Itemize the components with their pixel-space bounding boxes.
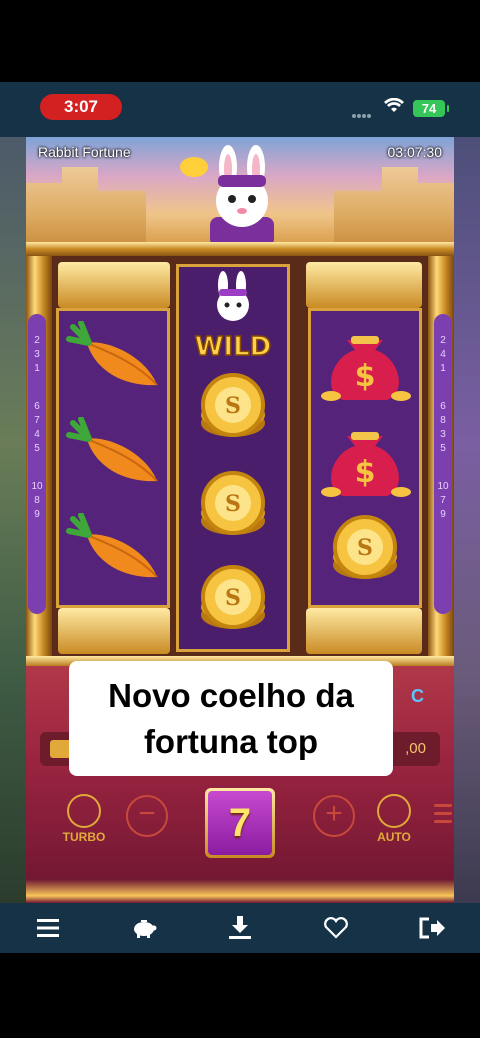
carrot-symbol: [59, 313, 167, 409]
svg-text:S: S: [357, 535, 373, 561]
background-right: [450, 137, 480, 903]
reel-cap: [58, 608, 170, 654]
game-frame: Rabbit Fortune 03:07:30 2 3 1 6 7 4 5 10…: [26, 137, 454, 903]
game-menu-button[interactable]: [434, 804, 452, 828]
payline-number: 9: [440, 509, 446, 520]
increase-bet-button[interactable]: +: [313, 795, 355, 837]
clock-pill: 3:07: [40, 94, 122, 120]
svg-text:S: S: [225, 585, 241, 611]
wifi-icon: [384, 98, 404, 112]
payline-number: 9: [34, 509, 40, 520]
heart-icon[interactable]: [322, 914, 350, 942]
payline-number: 3: [34, 349, 40, 360]
game-banner: Rabbit Fortune 03:07:30: [26, 137, 454, 247]
payline-number: 7: [440, 495, 446, 506]
payline-number: 7: [34, 415, 40, 426]
money-bag-symbol: $: [311, 409, 419, 505]
payline-number: 1: [34, 363, 40, 374]
palace-left: [26, 167, 146, 247]
game-view[interactable]: Rabbit Fortune 03:07:30 2 3 1 6 7 4 5 10…: [0, 137, 480, 903]
payline-number: 1: [440, 363, 446, 374]
carrot-symbol: [59, 505, 167, 601]
turbo-icon: [67, 794, 101, 828]
decrease-bet-button[interactable]: −: [126, 795, 168, 837]
game-clock: 03:07:30: [387, 144, 443, 160]
payline-number: 6: [440, 401, 446, 412]
logout-icon[interactable]: [418, 914, 446, 942]
turbo-button[interactable]: TURBO: [54, 794, 114, 844]
payline-number: 3: [440, 429, 446, 440]
gold-coin-symbol: S: [179, 555, 287, 651]
menu-icon[interactable]: [34, 914, 62, 942]
gold-glow-bottom: [26, 879, 454, 903]
gold-coin-symbol: S: [311, 505, 419, 601]
payline-numbers-left: 2 3 1 6 7 4 5 10 8 9: [28, 314, 46, 614]
payline-number: 10: [31, 481, 43, 492]
reel-area: 2 3 1 6 7 4 5 10 8 9 2 4 1 6 8 3 5 10 7 …: [26, 256, 454, 656]
payline-number: 5: [440, 443, 446, 454]
payline-number: 4: [440, 349, 446, 360]
gold-coin-symbol: S: [179, 461, 287, 557]
gold-coin-symbol: S: [179, 363, 287, 459]
piggy-bank-icon[interactable]: [130, 914, 158, 942]
payline-number: 2: [34, 335, 40, 346]
play-icon: [377, 794, 411, 828]
svg-text:$: $: [355, 359, 376, 394]
reel-cap: [306, 262, 422, 308]
svg-text:$: $: [355, 455, 376, 490]
payline-number: 10: [437, 481, 449, 492]
payline-number: 5: [34, 443, 40, 454]
payline-number: 8: [440, 415, 446, 426]
gold-trim-top: [26, 242, 454, 256]
svg-text:S: S: [225, 393, 241, 419]
wild-symbol: WILD: [179, 267, 287, 363]
payline-number: 6: [34, 401, 40, 412]
money-bag-symbol: $: [311, 313, 419, 409]
fortune-rabbit-mascot: [180, 145, 274, 247]
svg-text:S: S: [225, 491, 241, 517]
reel-cap: [306, 608, 422, 654]
palace-right: [334, 167, 454, 247]
turbo-label: TURBO: [62, 830, 106, 844]
wild-label: WILD: [195, 332, 272, 361]
payline-number: 4: [34, 429, 40, 440]
bottom-nav: [0, 903, 480, 953]
video-caption: Novo coelho da fortuna top: [69, 661, 393, 776]
game-title: Rabbit Fortune: [38, 144, 131, 160]
payline-number: 8: [34, 495, 40, 506]
signal-dots-icon: [352, 105, 374, 118]
payline-numbers-right: 2 4 1 6 8 3 5 10 7 9: [434, 314, 452, 614]
battery-indicator: 74: [413, 100, 449, 117]
reel-2: WILD S S S: [176, 264, 290, 652]
carrot-symbol: [59, 409, 167, 505]
status-bar: 3:07 74: [0, 82, 480, 137]
balance-value: ,00: [405, 740, 426, 757]
payline-number: 2: [440, 335, 446, 346]
auto-label: AUTO: [377, 830, 411, 844]
spin-symbol: 7: [208, 791, 272, 855]
spin-button[interactable]: 7: [205, 788, 275, 858]
reel-cap: [58, 262, 170, 308]
download-icon[interactable]: [226, 914, 254, 942]
reel-3: $ $ S: [308, 308, 422, 608]
auto-button[interactable]: AUTO: [364, 794, 424, 844]
c-fragment: C: [411, 686, 424, 706]
reel-1: [56, 308, 170, 608]
